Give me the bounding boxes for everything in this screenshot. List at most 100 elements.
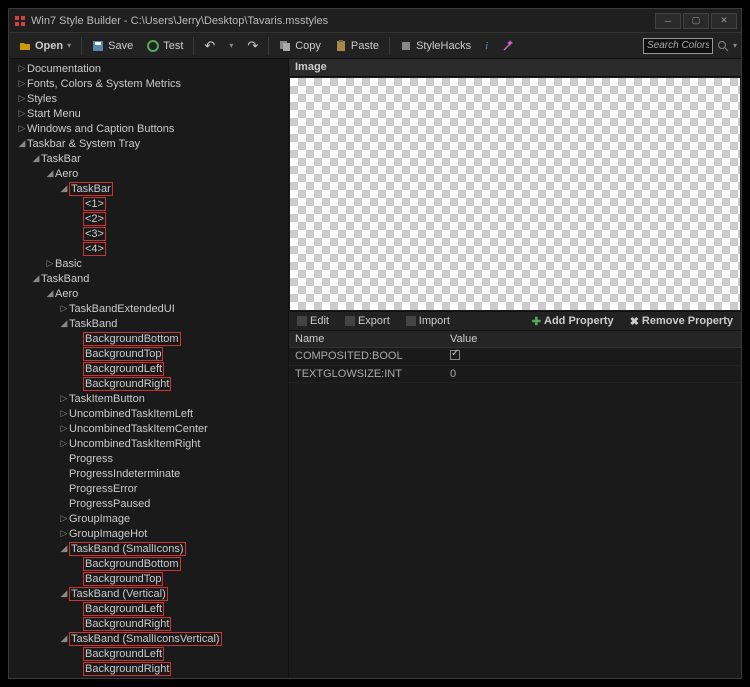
tree-node[interactable]: ◢TaskBand: [9, 271, 288, 286]
tree-node[interactable]: ▷Windows and Caption Buttons: [9, 121, 288, 136]
undo-button[interactable]: ↶: [198, 36, 221, 56]
tree-node[interactable]: ▷UncombinedTaskItemRight: [9, 436, 288, 451]
collapse-icon[interactable]: ◢: [31, 273, 41, 284]
tree-node[interactable]: <3>: [9, 226, 288, 241]
collapse-icon[interactable]: ◢: [45, 288, 55, 299]
close-button[interactable]: ✕: [711, 13, 737, 29]
tree-node[interactable]: ▷Documentation: [9, 61, 288, 76]
collapse-icon[interactable]: ◢: [31, 153, 41, 164]
property-row[interactable]: COMPOSITED:BOOL: [289, 348, 741, 366]
tree-node[interactable]: BackgroundLeft: [9, 361, 288, 376]
expand-icon[interactable]: ▷: [45, 258, 55, 269]
search-icon[interactable]: [717, 40, 729, 52]
paste-button[interactable]: Paste: [329, 36, 385, 56]
expand-icon[interactable]: ▷: [59, 393, 69, 404]
tree-node[interactable]: ProgressIndeterminate: [9, 466, 288, 481]
tree-node[interactable]: BackgroundRight: [9, 661, 288, 676]
tree-node[interactable]: ProgressPaused: [9, 496, 288, 511]
tree-node[interactable]: ◢Taskbar & System Tray: [9, 136, 288, 151]
wand-button[interactable]: [496, 36, 520, 56]
tree-node[interactable]: ▷TaskBandExtendedUI: [9, 301, 288, 316]
collapse-icon[interactable]: ◢: [59, 588, 69, 599]
tree-node[interactable]: ▷UncombinedTaskItemCenter: [9, 421, 288, 436]
expand-icon[interactable]: ▷: [17, 108, 27, 119]
copy-button[interactable]: Copy: [273, 36, 327, 56]
tree-node[interactable]: ProgressError: [9, 481, 288, 496]
open-button[interactable]: Open ▾: [13, 36, 77, 56]
expand-icon[interactable]: ▷: [17, 63, 27, 74]
tree-node[interactable]: Progress: [9, 451, 288, 466]
tree-node[interactable]: BackgroundBottom: [9, 556, 288, 571]
expand-icon[interactable]: ▷: [59, 528, 69, 539]
tree-node[interactable]: ▷GroupImageHot: [9, 526, 288, 541]
export-button[interactable]: Export: [337, 312, 398, 330]
collapse-icon[interactable]: ◢: [59, 543, 69, 554]
import-button[interactable]: Import: [398, 312, 458, 330]
collapse-icon[interactable]: ◢: [59, 183, 69, 194]
expand-icon[interactable]: ▷: [59, 408, 69, 419]
tree-node[interactable]: BackgroundTop: [9, 346, 288, 361]
info-button[interactable]: i: [479, 36, 494, 56]
expand-icon[interactable]: ▷: [17, 78, 27, 89]
tree-node[interactable]: <2>: [9, 211, 288, 226]
search-input[interactable]: [643, 38, 713, 54]
column-value[interactable]: Value: [444, 331, 624, 347]
collapse-icon[interactable]: ◢: [59, 318, 69, 329]
maximize-button[interactable]: ▢: [683, 13, 709, 29]
column-extra[interactable]: [624, 331, 741, 347]
tree-node[interactable]: BackgroundRight: [9, 376, 288, 391]
column-name[interactable]: Name: [289, 331, 444, 347]
tree-node[interactable]: ◢TaskBar: [9, 181, 288, 196]
tree-node[interactable]: ◢Aero: [9, 166, 288, 181]
tree-node[interactable]: ◢TaskBand (Vertical): [9, 586, 288, 601]
tree-label: Aero: [55, 288, 78, 300]
tree-panel[interactable]: ▷Documentation▷Fonts, Colors & System Me…: [9, 59, 289, 678]
paste-icon: [335, 40, 347, 52]
save-button[interactable]: Save: [86, 36, 139, 56]
collapse-icon[interactable]: ◢: [59, 633, 69, 644]
tree-node[interactable]: BackgroundTop: [9, 571, 288, 586]
tree-node[interactable]: ◢TaskBar: [9, 151, 288, 166]
tree-node[interactable]: ▷Basic: [9, 256, 288, 271]
property-row[interactable]: TEXTGLOWSIZE:INT0: [289, 366, 741, 383]
tree-node[interactable]: <1>: [9, 196, 288, 211]
expand-icon[interactable]: ▷: [59, 423, 69, 434]
tree-node[interactable]: ◢Aero: [9, 286, 288, 301]
tree-node[interactable]: ▷Fonts, Colors & System Metrics: [9, 76, 288, 91]
tree-node[interactable]: ▷Start Menu: [9, 106, 288, 121]
collapse-icon[interactable]: ◢: [45, 168, 55, 179]
expand-icon[interactable]: ▷: [17, 93, 27, 104]
undo-dropdown[interactable]: ▾: [223, 36, 239, 56]
tree-node[interactable]: ▷Scroll Bar: [9, 676, 288, 678]
tree-label: <1>: [83, 197, 106, 211]
tree-label: GroupImage: [69, 513, 130, 525]
edit-button[interactable]: Edit: [289, 312, 337, 330]
minimize-button[interactable]: ─: [655, 13, 681, 29]
tree-node[interactable]: ▷Styles: [9, 91, 288, 106]
expand-icon[interactable]: ▷: [59, 438, 69, 449]
remove-property-button[interactable]: ✖Remove Property: [622, 312, 741, 330]
tree-node[interactable]: BackgroundBottom: [9, 331, 288, 346]
test-button[interactable]: Test: [141, 36, 189, 56]
expand-icon[interactable]: ▷: [17, 123, 27, 134]
tree-node[interactable]: BackgroundLeft: [9, 601, 288, 616]
image-preview[interactable]: [290, 78, 740, 310]
tree-node[interactable]: ▷TaskItemButton: [9, 391, 288, 406]
stylehacks-button[interactable]: StyleHacks: [394, 36, 477, 56]
tree-node[interactable]: BackgroundRight: [9, 616, 288, 631]
tree-node[interactable]: <4>: [9, 241, 288, 256]
tree-node[interactable]: ▷UncombinedTaskItemLeft: [9, 406, 288, 421]
tree-label: BackgroundRight: [83, 662, 171, 676]
app-window: Win7 Style Builder - C:\Users\Jerry\Desk…: [8, 8, 742, 679]
collapse-icon[interactable]: ◢: [17, 138, 27, 149]
expand-icon[interactable]: ▷: [59, 303, 69, 314]
redo-button[interactable]: ↷: [241, 36, 264, 56]
tree-node[interactable]: ◢TaskBand: [9, 316, 288, 331]
tree-node[interactable]: ◢TaskBand (SmallIconsVertical): [9, 631, 288, 646]
tree-node[interactable]: BackgroundLeft: [9, 646, 288, 661]
add-property-button[interactable]: ✚Add Property: [524, 312, 622, 330]
expand-icon[interactable]: ▷: [59, 513, 69, 524]
tree-node[interactable]: ▷GroupImage: [9, 511, 288, 526]
search-dropdown-icon[interactable]: ▾: [733, 41, 737, 50]
tree-node[interactable]: ◢TaskBand (SmallIcons): [9, 541, 288, 556]
